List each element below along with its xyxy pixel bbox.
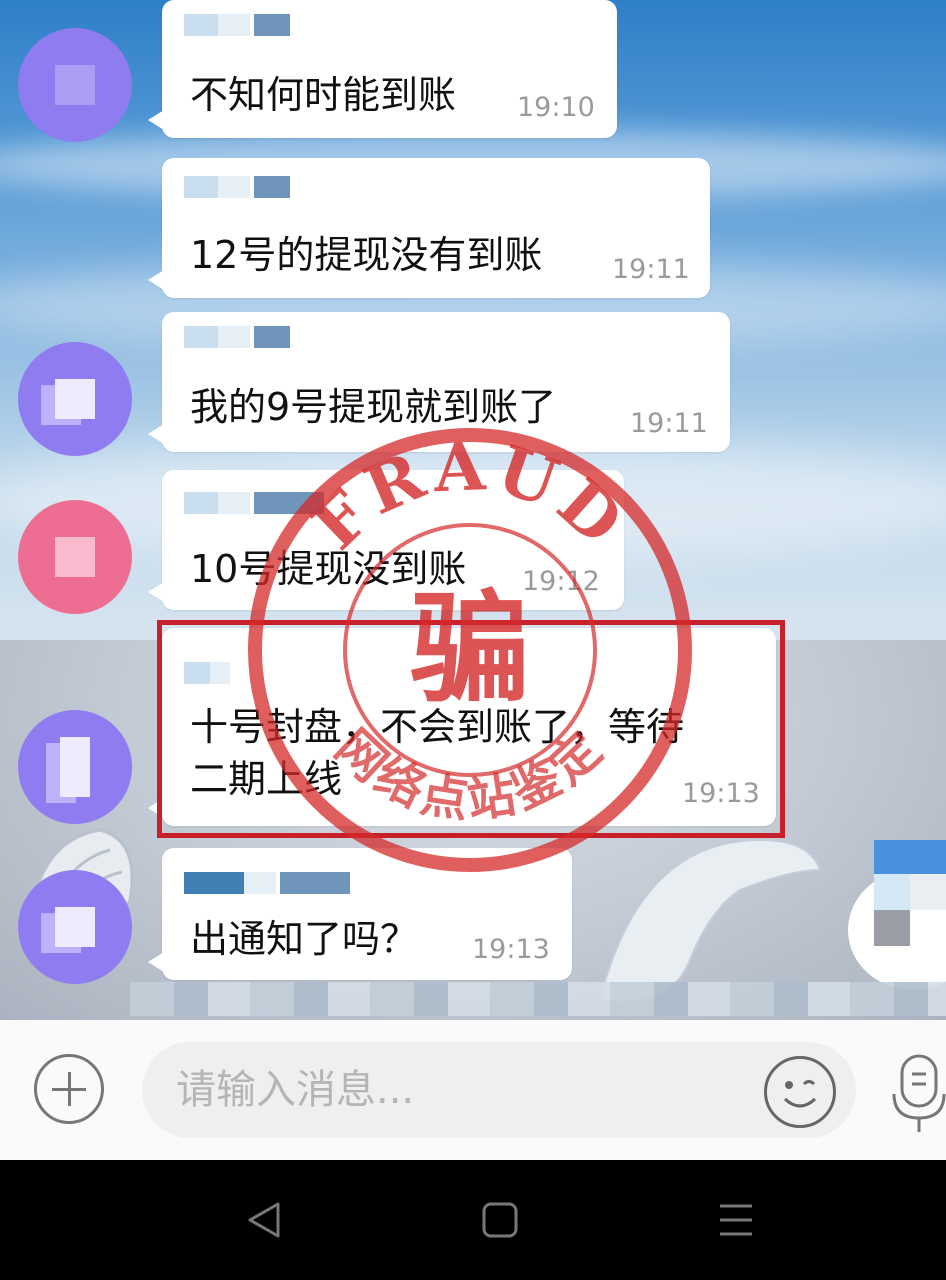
microphone-icon[interactable] (890, 1052, 946, 1136)
emoji-icon[interactable] (764, 1056, 836, 1128)
stamp-bottom-text: 网络点站鉴定 (325, 719, 611, 830)
fraud-stamp: FRAUD 骗 网络点站鉴定 (248, 427, 692, 872)
system-navigation-bar (0, 1160, 946, 1280)
nav-home-icon[interactable] (478, 1198, 522, 1242)
message-text: 出通知了吗？ (190, 917, 419, 961)
message-bubble[interactable]: 不知何时能到账 19:10 (148, 0, 617, 138)
sender-name-blurred (184, 14, 290, 48)
stamp-top-text: FRAUD (297, 427, 636, 564)
message-time: 19:11 (612, 254, 690, 285)
avatar[interactable] (18, 500, 132, 614)
plus-icon[interactable] (34, 1054, 104, 1124)
message-input[interactable] (142, 1042, 856, 1138)
svg-text:FRAUD: FRAUD (297, 427, 642, 564)
avatar[interactable] (18, 28, 132, 142)
sender-name-blurred (184, 176, 290, 210)
svg-text:网络点站鉴定: 网络点站鉴定 (325, 719, 615, 830)
sender-name-blurred (184, 326, 290, 360)
avatar[interactable] (18, 710, 132, 824)
message-bubble[interactable]: 12号的提现没有到账 19:11 (148, 158, 710, 298)
message-text: 不知何时能到账 (190, 73, 457, 117)
nav-back-icon[interactable] (242, 1198, 286, 1242)
avatar[interactable] (18, 342, 132, 456)
blurred-mosaic (874, 840, 946, 950)
avatar[interactable] (18, 870, 132, 984)
message-time: 19:10 (517, 92, 595, 123)
blurred-area (130, 982, 946, 1016)
message-text: 12号的提现没有到账 (190, 233, 543, 277)
message-time: 19:13 (472, 934, 550, 965)
nav-menu-icon[interactable] (714, 1198, 758, 1242)
stamp-center-char: 骗 (410, 578, 530, 719)
